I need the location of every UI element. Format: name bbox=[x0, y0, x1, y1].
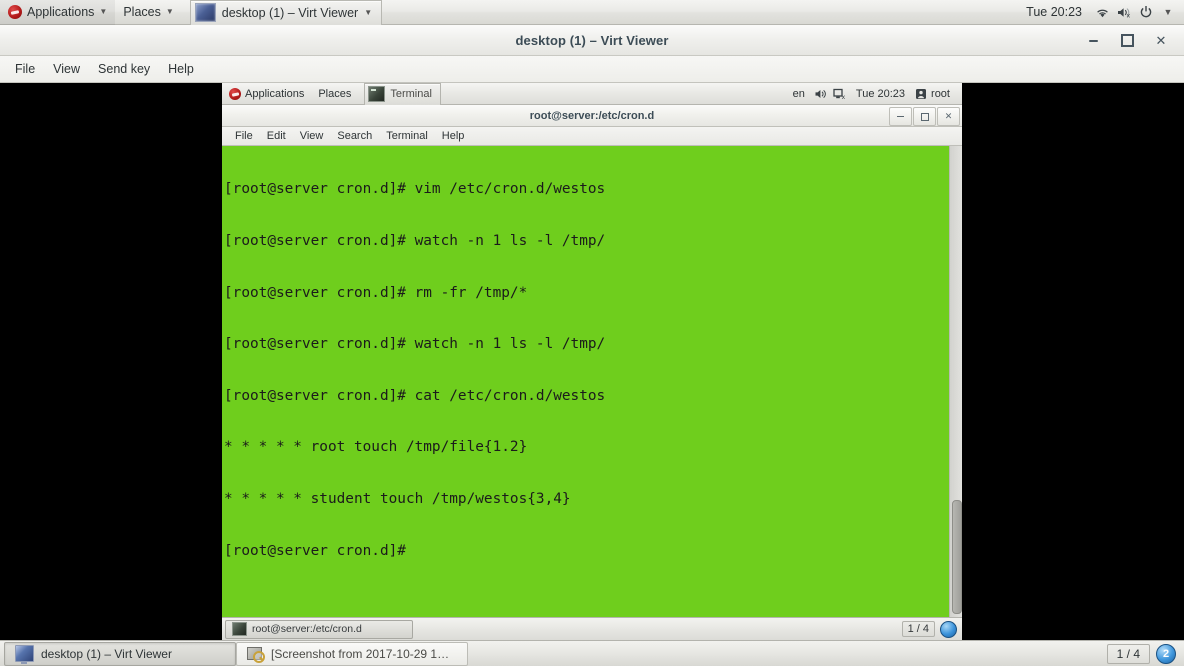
terminal-screen[interactable]: [root@server cron.d]# vim /etc/cron.d/we… bbox=[222, 146, 962, 617]
host-bottom-panel: desktop (1) – Virt Viewer [Screenshot fr… bbox=[0, 640, 1184, 666]
terminal-line: [root@server cron.d]# vim /etc/cron.d/we… bbox=[224, 181, 606, 198]
terminal-minimize-button[interactable] bbox=[889, 107, 912, 126]
wifi-icon[interactable] bbox=[1092, 0, 1112, 25]
vm-workspace-area: 1 / 4 bbox=[901, 620, 959, 638]
host-top-panel: Applications ▼ Places ▼ desktop (1) – Vi… bbox=[0, 0, 1184, 25]
host-places-label: Places bbox=[123, 5, 161, 19]
keyboard-layout-label: en bbox=[792, 87, 805, 100]
vm-notification-badge[interactable] bbox=[940, 620, 957, 638]
caret-down-icon[interactable]: ▼ bbox=[1158, 0, 1178, 25]
host-taskbar-item-label: desktop (1) – Virt Viewer bbox=[41, 646, 172, 661]
vm-applications-menu[interactable]: Applications bbox=[222, 83, 311, 105]
terminal-menu-terminal[interactable]: Terminal bbox=[379, 128, 435, 144]
caret-down-icon: ▼ bbox=[364, 7, 373, 17]
vm-window-button-label: Terminal bbox=[390, 88, 432, 100]
menu-file[interactable]: File bbox=[6, 58, 44, 80]
terminal-icon bbox=[232, 622, 247, 636]
terminal-close-button[interactable]: ✕ bbox=[937, 107, 960, 126]
terminal-scrollbar-thumb[interactable] bbox=[952, 500, 962, 614]
vm-places-menu[interactable]: Places bbox=[311, 83, 358, 105]
screenshot-viewer-icon bbox=[247, 646, 265, 663]
host-window-button-label: desktop (1) – Virt Viewer bbox=[221, 5, 359, 20]
host-workspace-area: 1 / 4 2 bbox=[1106, 643, 1180, 664]
user-icon bbox=[916, 88, 927, 99]
terminal-window: root@server:/etc/cron.d ✕ File Edit View… bbox=[222, 105, 962, 617]
caret-down-icon: ▼ bbox=[165, 7, 174, 16]
vm-taskbar-item-label: root@server:/etc/cron.d bbox=[252, 623, 362, 635]
terminal-line: [root@server cron.d]# cat /etc/cron.d/we… bbox=[224, 387, 606, 404]
vm-top-panel: Applications Places Terminal en x Tue 20… bbox=[222, 82, 962, 105]
fedora-logo-icon bbox=[8, 5, 22, 19]
maximize-button[interactable] bbox=[1110, 25, 1144, 56]
terminal-menu-help[interactable]: Help bbox=[435, 128, 472, 144]
host-taskbar-item-screenshot[interactable]: [Screenshot from 2017-10-29 1… bbox=[236, 641, 468, 666]
vm-display-area[interactable]: Applications Places Terminal en x Tue 20… bbox=[222, 82, 962, 640]
terminal-icon bbox=[368, 86, 386, 102]
virt-viewer-menubar: File View Send key Help bbox=[0, 56, 1184, 83]
terminal-scrollbar[interactable] bbox=[949, 146, 962, 617]
terminal-menu-view[interactable]: View bbox=[293, 128, 331, 144]
vm-places-label: Places bbox=[318, 87, 352, 100]
vm-workspace-indicator[interactable]: 1 / 4 bbox=[901, 621, 935, 637]
vm-panel-status-area: en x Tue 20:23 root bbox=[786, 83, 962, 105]
host-applications-menu[interactable]: Applications ▼ bbox=[0, 0, 116, 25]
terminal-prompt-line: [root@server cron.d]# bbox=[224, 542, 415, 559]
virt-viewer-window-controls: ✕ bbox=[1076, 25, 1178, 56]
terminal-menu-search[interactable]: Search bbox=[330, 128, 379, 144]
terminal-line: * * * * * student touch /tmp/westos{3,4} bbox=[224, 490, 571, 507]
host-applications-label: Applications bbox=[27, 5, 95, 19]
vm-bottom-panel: root@server:/etc/cron.d 1 / 4 bbox=[222, 617, 962, 640]
terminal-line: [root@server cron.d]# rm -fr /tmp/* bbox=[224, 284, 528, 301]
host-window-button-virt-viewer[interactable]: desktop (1) – Virt Viewer ▼ bbox=[189, 0, 383, 25]
terminal-line: [root@server cron.d]# watch -n 1 ls -l /… bbox=[224, 233, 606, 249]
keyboard-layout-indicator[interactable]: en bbox=[786, 83, 812, 105]
host-workspace-indicator[interactable]: 1 / 4 bbox=[1106, 643, 1150, 664]
vm-applications-label: Applications bbox=[245, 87, 305, 100]
virt-viewer-titlebar: desktop (1) – Virt Viewer ✕ bbox=[0, 25, 1184, 56]
svg-text:x: x bbox=[842, 94, 846, 100]
virt-viewer-title: desktop (1) – Virt Viewer bbox=[515, 32, 669, 48]
menu-view[interactable]: View bbox=[44, 58, 89, 80]
terminal-line: * * * * * root touch /tmp/file{1.2} bbox=[224, 439, 528, 456]
caret-down-icon: ▼ bbox=[99, 7, 108, 16]
power-icon[interactable] bbox=[1136, 0, 1156, 25]
close-button[interactable]: ✕ bbox=[1144, 25, 1178, 56]
minimize-button[interactable] bbox=[1076, 25, 1110, 56]
host-taskbar-item-virt-viewer[interactable]: desktop (1) – Virt Viewer bbox=[4, 641, 236, 666]
volume-icon[interactable] bbox=[812, 83, 831, 105]
host-clock[interactable]: Tue 20:23 bbox=[1018, 5, 1090, 19]
fedora-logo-icon bbox=[229, 87, 241, 100]
terminal-menubar: File Edit View Search Terminal Help bbox=[222, 127, 962, 146]
terminal-output: [root@server cron.d]# vim /etc/cron.d/we… bbox=[224, 147, 948, 594]
vm-user-label: root bbox=[931, 87, 950, 100]
terminal-window-controls: ✕ bbox=[889, 107, 960, 126]
terminal-menu-file[interactable]: File bbox=[228, 128, 260, 144]
vm-taskbar-item-terminal[interactable]: root@server:/etc/cron.d bbox=[225, 619, 413, 639]
terminal-maximize-button[interactable] bbox=[913, 107, 936, 126]
terminal-title: root@server:/etc/cron.d bbox=[529, 109, 655, 122]
menu-send-key[interactable]: Send key bbox=[89, 58, 159, 80]
volume-muted-icon[interactable]: x bbox=[1114, 0, 1134, 25]
menu-help[interactable]: Help bbox=[159, 58, 203, 80]
host-taskbar-item-label: [Screenshot from 2017-10-29 1… bbox=[271, 646, 450, 661]
screen-root: Applications ▼ Places ▼ desktop (1) – Vi… bbox=[0, 0, 1184, 666]
host-panel-status-area: Tue 20:23 x ▼ bbox=[1018, 0, 1184, 25]
virt-viewer-icon bbox=[194, 3, 216, 22]
host-notification-badge[interactable]: 2 bbox=[1156, 643, 1176, 664]
host-places-menu[interactable]: Places ▼ bbox=[115, 0, 181, 25]
vm-clock[interactable]: Tue 20:23 bbox=[850, 88, 911, 100]
vm-user-menu[interactable]: root bbox=[911, 88, 958, 100]
virt-viewer-icon bbox=[15, 645, 34, 664]
network-icon[interactable]: x bbox=[831, 83, 850, 105]
terminal-titlebar: root@server:/etc/cron.d ✕ bbox=[222, 105, 962, 127]
vm-window-button-terminal[interactable]: Terminal bbox=[364, 82, 441, 105]
svg-text:x: x bbox=[1127, 12, 1131, 18]
terminal-menu-edit[interactable]: Edit bbox=[260, 128, 293, 144]
terminal-line: [root@server cron.d]# watch -n 1 ls -l /… bbox=[224, 336, 606, 353]
